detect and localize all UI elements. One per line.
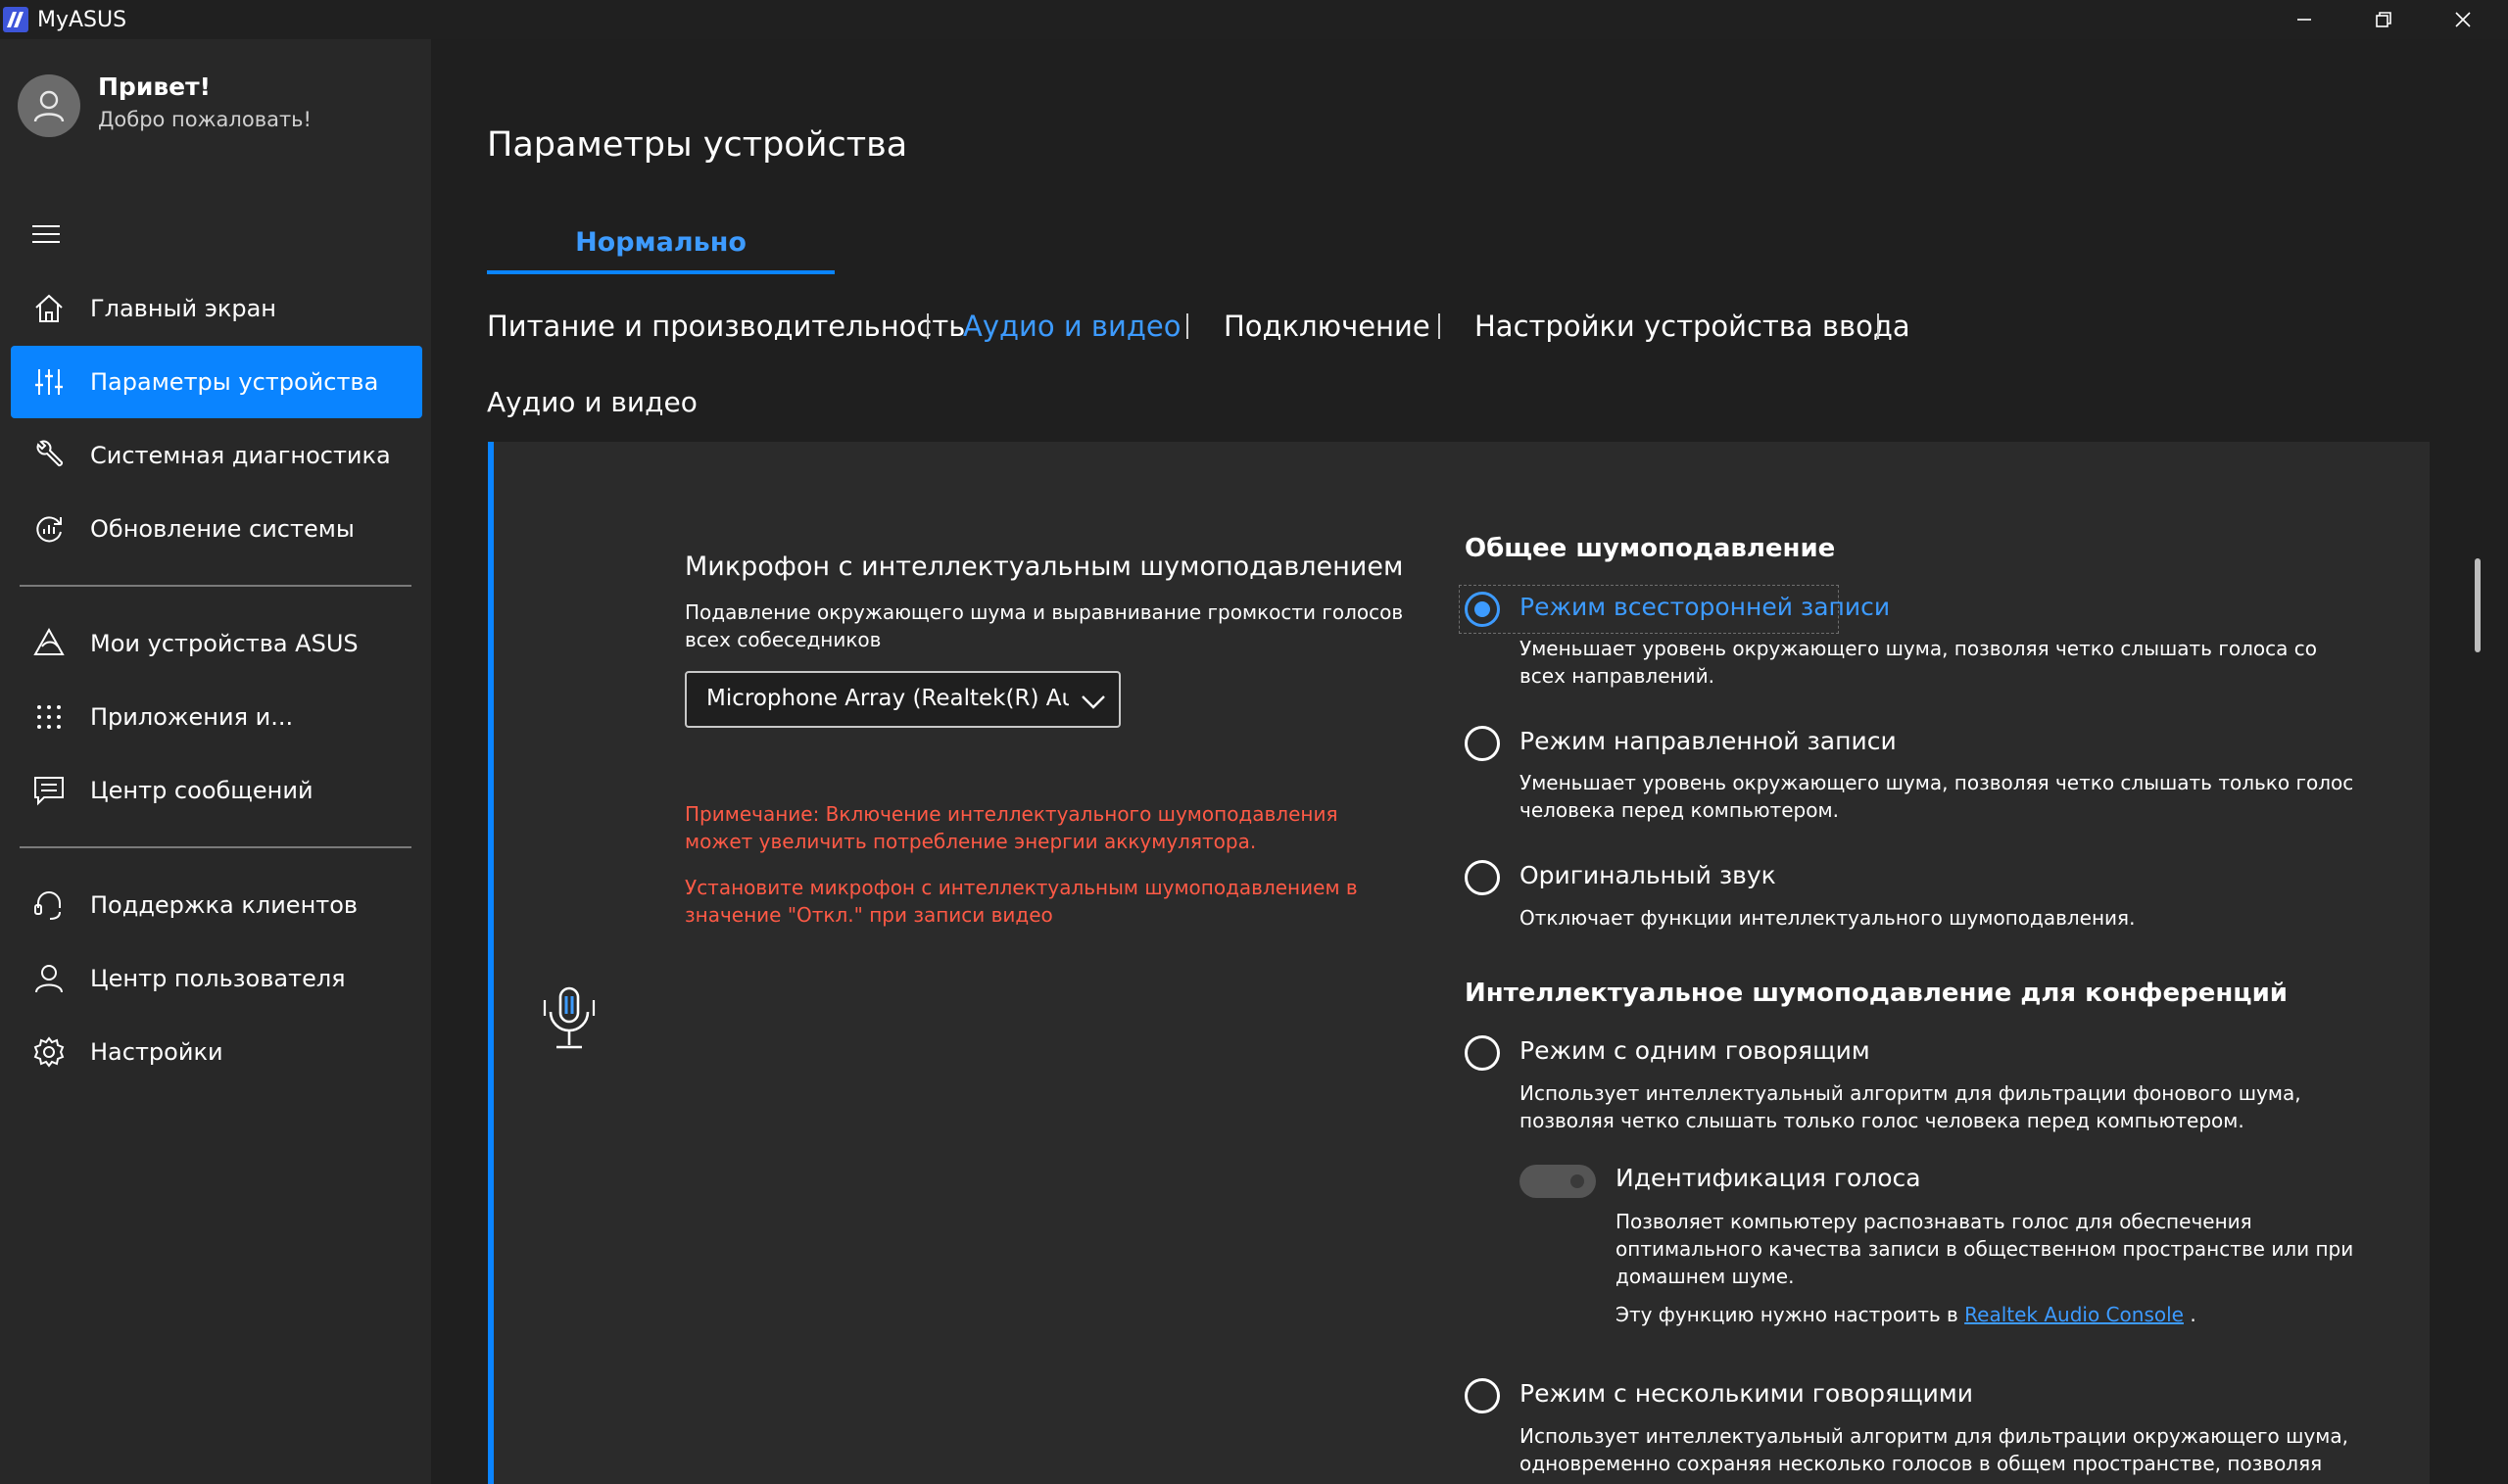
mic-nr-title: Микрофон с интеллектуальным шумоподавлен… xyxy=(685,551,1404,582)
option-desc-single-presenter: Использует интеллектуальный алгоритм для… xyxy=(1519,1081,2301,1132)
sidebar-item-label: Центр сообщений xyxy=(90,777,314,804)
avatar[interactable] xyxy=(18,74,80,137)
update-icon xyxy=(36,516,62,543)
option-desc-original-sound: Отключает функции интеллектуального шумо… xyxy=(1519,906,2136,930)
sidebar-item-label: Приложения и... xyxy=(90,703,294,731)
sidebar-item-label: Обновление системы xyxy=(90,515,355,543)
option-label-directional[interactable]: Режим направленной записи xyxy=(1519,727,1897,755)
tab-separator xyxy=(1877,313,1879,339)
general-nr-title: Общее шумоподавление xyxy=(1465,534,1836,563)
sidebar-item-diagnostics[interactable]: Системная диагностика xyxy=(11,419,422,492)
sidebar: Привет! Добро пожаловать! Главный экран … xyxy=(0,39,431,1484)
sidebar-item-my-devices[interactable]: Мои устройства ASUS xyxy=(11,607,422,680)
close-icon xyxy=(2455,12,2471,27)
hamburger-menu-icon[interactable] xyxy=(29,220,63,248)
user-icon xyxy=(35,965,63,993)
sidebar-item-messages[interactable]: Центр сообщений xyxy=(11,754,422,827)
minimize-button[interactable] xyxy=(2265,0,2343,39)
close-button[interactable] xyxy=(2424,0,2502,39)
tab-normal-mode[interactable]: Нормально xyxy=(487,225,835,274)
tab-audio-video[interactable]: Аудио и видео xyxy=(963,310,1182,343)
sidebar-item-system-update[interactable]: Обновление системы xyxy=(11,493,422,565)
tab-active-underline xyxy=(487,270,835,274)
minimize-icon xyxy=(2297,19,2311,21)
realtek-note-prefix: Эту функцию нужно настроить в xyxy=(1616,1303,1958,1326)
asus-devices-icon xyxy=(33,627,65,655)
tab-input-device-settings[interactable]: Настройки устройства ввода xyxy=(1474,310,1910,343)
battery-warning-note: Примечание: Включение интеллектуального … xyxy=(685,802,1338,853)
tab-separator xyxy=(927,313,929,339)
option-desc-multi-presenter: Использует интеллектуальный алгоритм для… xyxy=(1519,1424,2348,1475)
sidebar-item-label: Поддержка клиентов xyxy=(90,891,359,919)
headset-icon xyxy=(34,891,61,920)
voice-id-toggle[interactable] xyxy=(1519,1165,1596,1198)
microphone-icon xyxy=(543,986,596,1049)
sliders-icon xyxy=(35,369,63,395)
home-icon xyxy=(35,294,63,322)
option-label-multi-presenter[interactable]: Режим с несколькими говорящими xyxy=(1519,1379,1973,1408)
conference-nr-title: Интеллектуальное шумоподавление для конф… xyxy=(1465,979,2288,1008)
page-title: Параметры устройства xyxy=(487,125,908,165)
sidebar-item-device-settings[interactable]: Параметры устройства xyxy=(11,346,422,418)
option-desc-omnidirectional: Уменьшает уровень окружающего шума, позв… xyxy=(1519,637,2317,688)
sidebar-item-apps[interactable]: Приложения и... xyxy=(11,681,422,753)
gear-icon xyxy=(33,1036,65,1068)
radio-original-sound[interactable] xyxy=(1465,860,1500,895)
tab-separator xyxy=(1186,313,1188,339)
sidebar-item-support[interactable]: Поддержка клиентов xyxy=(11,869,422,941)
tab-label: Нормально xyxy=(575,227,747,258)
voice-id-description: Позволяет компьютеру распознавать голос … xyxy=(1616,1210,2354,1288)
apps-grid-icon xyxy=(37,705,61,729)
microphone-select-value: Microphone Array (Realtek(R) Audio) xyxy=(706,686,1069,711)
mic-nr-description: Подавление окружающего шума и выравниван… xyxy=(685,600,1404,651)
option-label-original-sound[interactable]: Оригинальный звук xyxy=(1519,861,1776,889)
app-title: MyASUS xyxy=(37,8,127,32)
radio-omnidirectional[interactable] xyxy=(1465,592,1500,627)
radio-directional[interactable] xyxy=(1465,726,1500,761)
sidebar-item-label: Настройки xyxy=(90,1038,223,1066)
user-avatar-icon xyxy=(33,90,65,122)
restore-icon xyxy=(2376,12,2391,27)
sidebar-item-user-center[interactable]: Центр пользователя xyxy=(11,942,422,1015)
greeting-subtitle: Добро пожаловать! xyxy=(98,108,312,131)
main-content: Параметры устройства Нормально Питание и… xyxy=(431,39,2508,1484)
sidebar-item-label: Центр пользователя xyxy=(90,965,346,992)
realtek-note-suffix: . xyxy=(2190,1303,2196,1326)
sidebar-item-settings[interactable]: Настройки xyxy=(11,1016,422,1088)
noise-cancellation-card: Микрофон с интеллектуальным шумоподавлен… xyxy=(488,442,2430,1484)
tab-separator xyxy=(1438,313,1440,339)
sidebar-item-home[interactable]: Главный экран xyxy=(11,272,422,345)
sidebar-divider xyxy=(20,585,411,587)
section-title: Аудио и видео xyxy=(487,386,698,418)
restore-button[interactable] xyxy=(2344,0,2423,39)
sidebar-item-label: Мои устройства ASUS xyxy=(90,630,359,657)
greeting-title: Привет! xyxy=(98,72,212,101)
radio-multi-presenter[interactable] xyxy=(1465,1378,1500,1413)
title-bar: MyASUS xyxy=(0,0,2508,39)
message-icon xyxy=(34,777,64,806)
realtek-audio-console-link[interactable]: Realtek Audio Console xyxy=(1964,1303,2184,1326)
option-desc-directional: Уменьшает уровень окружающего шума, позв… xyxy=(1519,771,2354,822)
chevron-down-icon xyxy=(1082,695,1105,709)
tab-connectivity[interactable]: Подключение xyxy=(1224,310,1430,343)
microphone-select[interactable]: Microphone Array (Realtek(R) Audio) xyxy=(685,671,1121,728)
radio-single-presenter[interactable] xyxy=(1465,1035,1500,1071)
video-recording-note: Установите микрофон с интеллектуальным ш… xyxy=(685,876,1358,927)
sidebar-item-label: Параметры устройства xyxy=(90,368,379,396)
tab-power-performance[interactable]: Питание и производительность xyxy=(487,310,965,343)
sidebar-divider xyxy=(20,846,411,848)
scrollbar-thumb[interactable] xyxy=(2475,558,2481,652)
wrench-icon xyxy=(36,440,64,467)
realtek-note: Эту функцию нужно настроить в Realtek Au… xyxy=(1616,1303,2196,1326)
option-label-omnidirectional[interactable]: Режим всесторонней записи xyxy=(1519,593,1890,621)
myasus-logo-icon xyxy=(3,7,28,32)
sidebar-item-label: Системная диагностика xyxy=(90,442,391,469)
sidebar-item-label: Главный экран xyxy=(90,295,276,322)
option-label-single-presenter[interactable]: Режим с одним говорящим xyxy=(1519,1036,1870,1065)
voice-id-label: Идентификация голоса xyxy=(1616,1164,1921,1192)
